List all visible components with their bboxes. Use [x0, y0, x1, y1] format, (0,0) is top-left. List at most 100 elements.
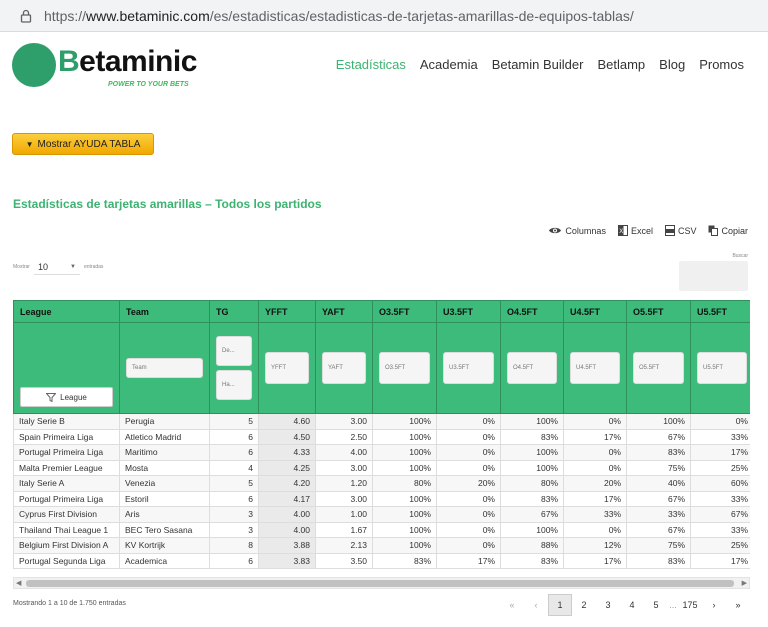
o45-filter-input[interactable]: O4.5FT	[507, 352, 557, 384]
league-filter-label: League	[60, 392, 87, 402]
table-cell: 0%	[563, 521, 627, 538]
u55-filter-input[interactable]: U5.5FT	[697, 352, 747, 384]
prev-page-button[interactable]: ‹	[524, 594, 548, 616]
nav-item-betlamp[interactable]: Betlamp	[597, 57, 645, 72]
search-input[interactable]	[679, 261, 748, 291]
table-cell: Belgium First Division A	[13, 537, 120, 554]
table-cell: 83%	[500, 428, 564, 445]
nav-item-blog[interactable]: Blog	[659, 57, 685, 72]
length-control: Mostrar 10 ▼ entradas	[13, 259, 103, 275]
table-cell: 100%	[372, 506, 437, 523]
first-page-button[interactable]: «	[500, 594, 524, 616]
table-cell: 67%	[690, 506, 750, 523]
nav-item-academia[interactable]: Academia	[420, 57, 478, 72]
url-text[interactable]: https://www.betaminic.com/es/estadistica…	[44, 8, 634, 24]
col-header-u45ft[interactable]: U4.5FT	[563, 300, 627, 323]
table-cell: 3.50	[315, 552, 373, 569]
page-button-1[interactable]: 1	[548, 594, 572, 616]
yfft-filter-cell: YFFT	[258, 322, 316, 414]
table-cell: Aris	[119, 506, 210, 523]
col-header-tg[interactable]: TG	[209, 300, 259, 323]
table-cell: 0%	[436, 537, 501, 554]
o35-filter-cell: O3.5FT	[372, 322, 437, 414]
nav-item-promos[interactable]: Promos	[699, 57, 744, 72]
page-button-5[interactable]: 5	[644, 594, 668, 616]
pager-ellipsis: ...	[669, 600, 677, 610]
scrollbar-thumb[interactable]	[26, 580, 734, 587]
tg-from-input[interactable]: De...	[216, 336, 252, 366]
col-header-yfft[interactable]: YFFT	[258, 300, 316, 323]
col-header-o35ft[interactable]: O3.5FT	[372, 300, 437, 323]
col-header-o45ft[interactable]: O4.5FT	[500, 300, 564, 323]
table-row: Italy Serie B Perugia 5 4.60 3.00 100% 0% 100% 0…	[13, 413, 750, 430]
col-header-u55ft[interactable]: U5.5FT	[690, 300, 750, 323]
table-cell: Atletico Madrid	[119, 428, 210, 445]
entries-select[interactable]: 10 ▼	[33, 259, 80, 275]
col-header-team[interactable]: Team	[119, 300, 210, 323]
columns-label: Columnas	[565, 225, 606, 236]
table-cell: 100%	[372, 428, 437, 445]
table-cell: 100%	[372, 521, 437, 538]
table-cell: 100%	[500, 413, 564, 430]
scroll-right-arrow-icon[interactable]: ▶	[742, 579, 747, 587]
export-toolbar: Columnas X Excel CSV Copiar	[548, 225, 748, 236]
page-button-2[interactable]: 2	[572, 594, 596, 616]
table-cell: 80%	[500, 475, 564, 492]
excel-button[interactable]: X Excel	[617, 225, 653, 236]
copy-button[interactable]: Copiar	[708, 225, 748, 236]
u35-filter-input[interactable]: U3.5FT	[443, 352, 494, 384]
filter-icon	[46, 392, 57, 402]
table-cell: 0%	[563, 444, 627, 461]
tg-to-input[interactable]: Ha...	[216, 370, 252, 400]
u45-filter-input[interactable]: U4.5FT	[570, 352, 620, 384]
o55-filter-input[interactable]: O5.5FT	[633, 352, 684, 384]
table-cell: 100%	[372, 459, 437, 476]
table-row: Portugal Primeira Liga Maritimo 6 4.33 4.00 1…	[13, 444, 750, 461]
table-cell: 88%	[500, 537, 564, 554]
table-cell: 100%	[372, 444, 437, 461]
nav-item-estadisticas[interactable]: Estadísticas	[336, 57, 406, 72]
page-button-3[interactable]: 3	[596, 594, 620, 616]
table-cell: 8	[209, 537, 259, 554]
team-filter-cell: Team	[119, 322, 210, 414]
logo[interactable]: Betaminic POWER TO YOUR BETS	[12, 41, 197, 91]
league-filter-button[interactable]: League	[20, 387, 113, 407]
csv-button[interactable]: CSV	[664, 225, 696, 236]
browser-address-bar[interactable]: https://www.betaminic.com/es/estadistica…	[0, 0, 768, 32]
table-cell: 3.83	[258, 552, 316, 569]
o35-filter-input[interactable]: O3.5FT	[379, 352, 430, 384]
scroll-left-arrow-icon[interactable]: ◀	[16, 579, 21, 587]
excel-label: Excel	[630, 225, 653, 236]
yfft-filter-input[interactable]: YFFT	[265, 352, 309, 384]
table-cell: Perugia	[119, 413, 210, 430]
page-button-4[interactable]: 4	[620, 594, 644, 616]
nav-item-betamin-builder[interactable]: Betamin Builder	[492, 57, 584, 72]
table-cell: 100%	[500, 521, 564, 538]
table-cell: 6	[209, 552, 259, 569]
last-page-button[interactable]: »	[726, 594, 750, 616]
yaft-filter-input[interactable]: YAFT	[322, 352, 366, 384]
col-header-o55ft[interactable]: O5.5FT	[626, 300, 691, 323]
page-button-last[interactable]: 175	[678, 594, 702, 616]
table-cell: Cyprus First Division	[13, 506, 120, 523]
table-cell: 0%	[436, 413, 501, 430]
table-cell: 100%	[372, 537, 437, 554]
show-help-button[interactable]: ▼ Mostrar AYUDA TABLA	[12, 133, 154, 155]
next-page-button[interactable]: ›	[702, 594, 726, 616]
table-cell: 2.50	[315, 428, 373, 445]
horizontal-scrollbar[interactable]: ◀ ▶	[13, 577, 750, 589]
table-cell: 33%	[690, 428, 750, 445]
table-cell: 3.88	[258, 537, 316, 554]
table-cell: Mosta	[119, 459, 210, 476]
col-header-yaft[interactable]: YAFT	[315, 300, 373, 323]
col-header-league[interactable]: League	[13, 300, 120, 323]
table-cell: 4.60	[258, 413, 316, 430]
columns-button[interactable]: Columnas	[548, 226, 606, 236]
col-header-u35ft[interactable]: U3.5FT	[436, 300, 501, 323]
table-cell: 17%	[563, 490, 627, 507]
table-cell: 4.33	[258, 444, 316, 461]
table-cell: 0%	[436, 428, 501, 445]
team-filter-input[interactable]: Team	[126, 358, 203, 378]
table-cell: 100%	[626, 413, 691, 430]
table-cell: 3	[209, 506, 259, 523]
